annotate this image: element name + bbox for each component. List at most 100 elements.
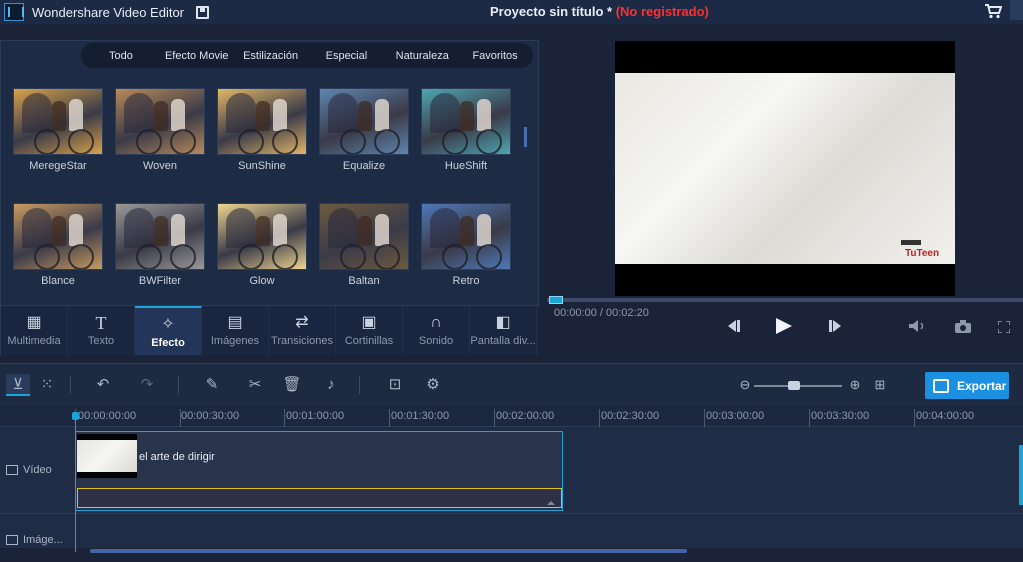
library-panel: Todo Efecto Movie Estilización Especial … (0, 40, 540, 355)
registration-status: (No registrado) (615, 4, 709, 19)
video-clip[interactable]: el arte de dirigir (75, 431, 563, 511)
image-track-icon (6, 535, 18, 545)
filter-tab-especial[interactable]: Especial (306, 46, 388, 66)
preview-frame: TuTeen (615, 73, 955, 264)
effect-thumbnail (421, 88, 511, 155)
ruler-label: 00:04:00:00 (916, 410, 975, 422)
film-strip-icon (6, 465, 18, 475)
ruler-tick (389, 409, 390, 427)
tab-label: Efecto (151, 337, 185, 349)
edit-icon[interactable]: ✎ (201, 374, 223, 396)
tab-texto[interactable]: T Texto (68, 306, 135, 355)
tab-sonido[interactable]: ∩ Sonido (403, 306, 470, 355)
ruler-label: 00:02:30:00 (601, 410, 660, 422)
timeline-vertical-scrollbar[interactable] (1019, 445, 1023, 505)
effect-item[interactable]: Baltan (319, 203, 409, 287)
effect-label: Equalize (342, 160, 386, 172)
tab-label: Multimedia (7, 335, 61, 347)
undo-icon[interactable]: ↶ (92, 374, 114, 396)
headphones-icon: ∩ (430, 314, 442, 331)
tab-transiciones[interactable]: ⇄ Transiciones (269, 306, 336, 355)
effect-thumbnail (13, 88, 103, 155)
timeline-horizontal-scrollbar[interactable] (90, 549, 687, 553)
effect-label: HueShift (444, 160, 488, 172)
filter-tab-efecto-movie[interactable]: Efecto Movie (158, 46, 236, 66)
tab-label: Pantalla div... (470, 335, 536, 347)
zoom-slider-handle[interactable] (788, 381, 800, 390)
filter-tab-todo[interactable]: Todo (84, 46, 158, 66)
cart-icon[interactable] (984, 3, 1002, 19)
snapshot-camera-icon[interactable] (955, 320, 971, 333)
scissors-icon[interactable]: ✂ (244, 374, 266, 396)
fullscreen-icon[interactable] (998, 321, 1010, 333)
library-scrollbar[interactable] (524, 127, 527, 147)
project-title: Proyecto sin título * (No registrado) (490, 4, 709, 19)
tab-multimedia[interactable]: ▦ Multimedia (1, 306, 68, 355)
magic-wand-icon: ✧ (161, 316, 175, 333)
video-track-label: Vídeo (23, 464, 52, 476)
effect-item[interactable]: Blance (13, 203, 103, 287)
effect-thumbnail (217, 203, 307, 270)
export-button[interactable]: Exportar (925, 372, 1009, 399)
watermark-logo: TuTeen (901, 240, 939, 258)
preview-panel: TuTeen 00:00:00 / 00:02:20 (547, 40, 1023, 355)
ruler-label: 00:02:00:00 (496, 410, 555, 422)
settings-icon[interactable]: ⚙ (422, 374, 444, 396)
effect-label: Glow (249, 275, 275, 287)
toolbar-divider (70, 376, 71, 394)
microphone-icon[interactable]: ♪ (320, 374, 342, 396)
tab-label: Imágenes (210, 335, 260, 347)
effect-item[interactable]: Retro (421, 203, 511, 287)
previous-frame-icon[interactable] (725, 320, 741, 332)
seek-handle[interactable] (549, 296, 563, 304)
tab-pantalla-dividida[interactable]: ◧ Pantalla div... (470, 306, 537, 355)
delete-icon[interactable]: 🗑 (281, 374, 303, 396)
project-name: Proyecto sin título * (490, 4, 613, 19)
timeline-view-icon[interactable]: ⊻ (6, 374, 30, 396)
zoom-out-icon[interactable]: ⊖ (734, 374, 756, 396)
preview-screen: TuTeen (615, 41, 955, 296)
effect-thumbnail (421, 203, 511, 270)
effect-label: Retro (452, 275, 480, 287)
play-icon[interactable] (775, 318, 793, 334)
save-icon[interactable] (196, 5, 210, 19)
effect-thumbnail (13, 203, 103, 270)
filter-tab-favoritos[interactable]: Favoritos (457, 46, 533, 66)
tab-label: Texto (87, 335, 115, 347)
effect-item[interactable]: HueShift (421, 88, 511, 172)
playhead[interactable] (75, 412, 76, 552)
filter-tab-estilizacion[interactable]: Estilización (236, 46, 306, 66)
effect-item[interactable]: Glow (217, 203, 307, 287)
effect-item[interactable]: Equalize (319, 88, 409, 172)
clip-audio-strip[interactable] (77, 488, 562, 508)
window-control-button[interactable] (1010, 0, 1023, 20)
image-track[interactable] (0, 514, 1023, 548)
effect-item[interactable]: MeregeStar (13, 88, 103, 172)
ruler-label: 00:00:30:00 (181, 410, 240, 422)
effect-item[interactable]: SunShine (217, 88, 307, 172)
ruler-label: 00:01:00:00 (286, 410, 345, 422)
image-track-header: Imáge... (6, 534, 63, 546)
effect-item[interactable]: Woven (115, 88, 205, 172)
redo-icon[interactable]: ↷ (136, 374, 158, 396)
fit-timeline-icon[interactable]: ⊞ (869, 374, 891, 396)
ruler-tick (284, 409, 285, 427)
tab-label: Sonido (418, 335, 454, 347)
timeline-ruler[interactable]: 00:00:00:00 00:00:30:00 00:01:00:00 00:0… (0, 405, 1023, 427)
tab-efecto[interactable]: ✧ Efecto (135, 306, 202, 355)
zoom-in-icon[interactable]: ⊕ (844, 374, 866, 396)
effect-label: Baltan (348, 275, 380, 287)
tab-label: Cortinillas (344, 335, 394, 347)
seek-track[interactable] (547, 298, 1023, 302)
crop-icon[interactable]: ⊡ (384, 374, 406, 396)
tab-imagenes[interactable]: ▤ Imágenes (202, 306, 269, 355)
effect-item[interactable]: BWFilter (115, 203, 205, 287)
toolbar-divider (178, 376, 179, 394)
storyboard-view-icon[interactable]: ⁙ (36, 374, 58, 396)
next-frame-icon[interactable] (828, 320, 844, 332)
ruler-tick (704, 409, 705, 427)
film-strip-icon: ▦ (26, 314, 42, 331)
filter-tab-naturaleza[interactable]: Naturaleza (387, 46, 457, 66)
volume-icon[interactable] (909, 320, 927, 332)
tab-cortinillas[interactable]: ▣ Cortinillas (336, 306, 403, 355)
